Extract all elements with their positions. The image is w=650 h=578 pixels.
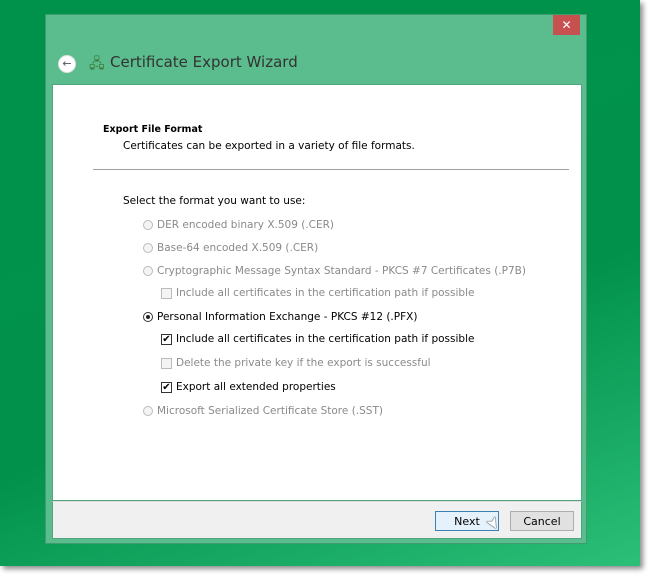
- radio-selected-icon: [143, 312, 153, 322]
- radio-der[interactable]: DER encoded binary X.509 (.CER): [143, 219, 334, 231]
- radio-p7b[interactable]: Cryptographic Message Syntax Standard - …: [143, 265, 526, 277]
- checkbox-checked-icon: ✔: [161, 381, 172, 393]
- checkbox-p7b-include-path[interactable]: Include all certificates in the certific…: [161, 287, 474, 299]
- radio-icon: [143, 406, 153, 416]
- radio-label: Base-64 encoded X.509 (.CER): [157, 242, 319, 254]
- certificate-wizard-icon: 🖧: [89, 56, 105, 72]
- radio-label: Personal Information Exchange - PKCS #12…: [157, 311, 418, 323]
- checkbox-label: Include all certificates in the certific…: [176, 287, 475, 299]
- checkbox-label: Export all extended properties: [176, 381, 336, 393]
- radio-icon: [143, 220, 153, 230]
- checkbox-delete-private-key[interactable]: Delete the private key if the export is …: [161, 357, 431, 369]
- radio-label: Microsoft Serialized Certificate Store (…: [157, 405, 383, 417]
- format-prompt: Select the format you want to use:: [123, 195, 306, 207]
- radio-label: DER encoded binary X.509 (.CER): [157, 219, 335, 231]
- wizard-window: ✕ ← 🖧 Certificate Export Wizard Export F…: [45, 14, 587, 544]
- page-title: Export File Format: [103, 124, 203, 135]
- radio-icon: [143, 266, 153, 276]
- radio-pfx[interactable]: Personal Information Exchange - PKCS #12…: [143, 311, 417, 323]
- checkbox-label: Include all certificates in the certific…: [176, 333, 475, 345]
- radio-icon: [143, 243, 153, 253]
- page-subtitle: Certificates can be exported in a variet…: [123, 140, 415, 152]
- checkbox-checked-icon: ✔: [161, 333, 172, 345]
- checkbox-icon: [161, 357, 172, 369]
- checkbox-pfx-include-path[interactable]: ✔ Include all certificates in the certifi…: [161, 333, 474, 345]
- close-button[interactable]: ✕: [553, 15, 580, 35]
- checkbox-label: Delete the private key if the export is …: [176, 357, 431, 369]
- cancel-button[interactable]: Cancel: [510, 511, 574, 531]
- checkbox-icon: [161, 287, 172, 299]
- radio-label: Cryptographic Message Syntax Standard - …: [157, 265, 526, 277]
- radio-sst[interactable]: Microsoft Serialized Certificate Store (…: [143, 405, 383, 417]
- radio-base64[interactable]: Base-64 encoded X.509 (.CER): [143, 242, 318, 254]
- divider: [93, 169, 569, 170]
- back-arrow-icon[interactable]: ←: [58, 55, 76, 73]
- window-title: Certificate Export Wizard: [110, 53, 298, 71]
- checkbox-export-extended-properties[interactable]: ✔ Export all extended properties: [161, 381, 336, 393]
- wizard-footer: Next Cancel: [52, 501, 582, 539]
- wizard-content: Export File Format Certificates can be e…: [52, 84, 582, 501]
